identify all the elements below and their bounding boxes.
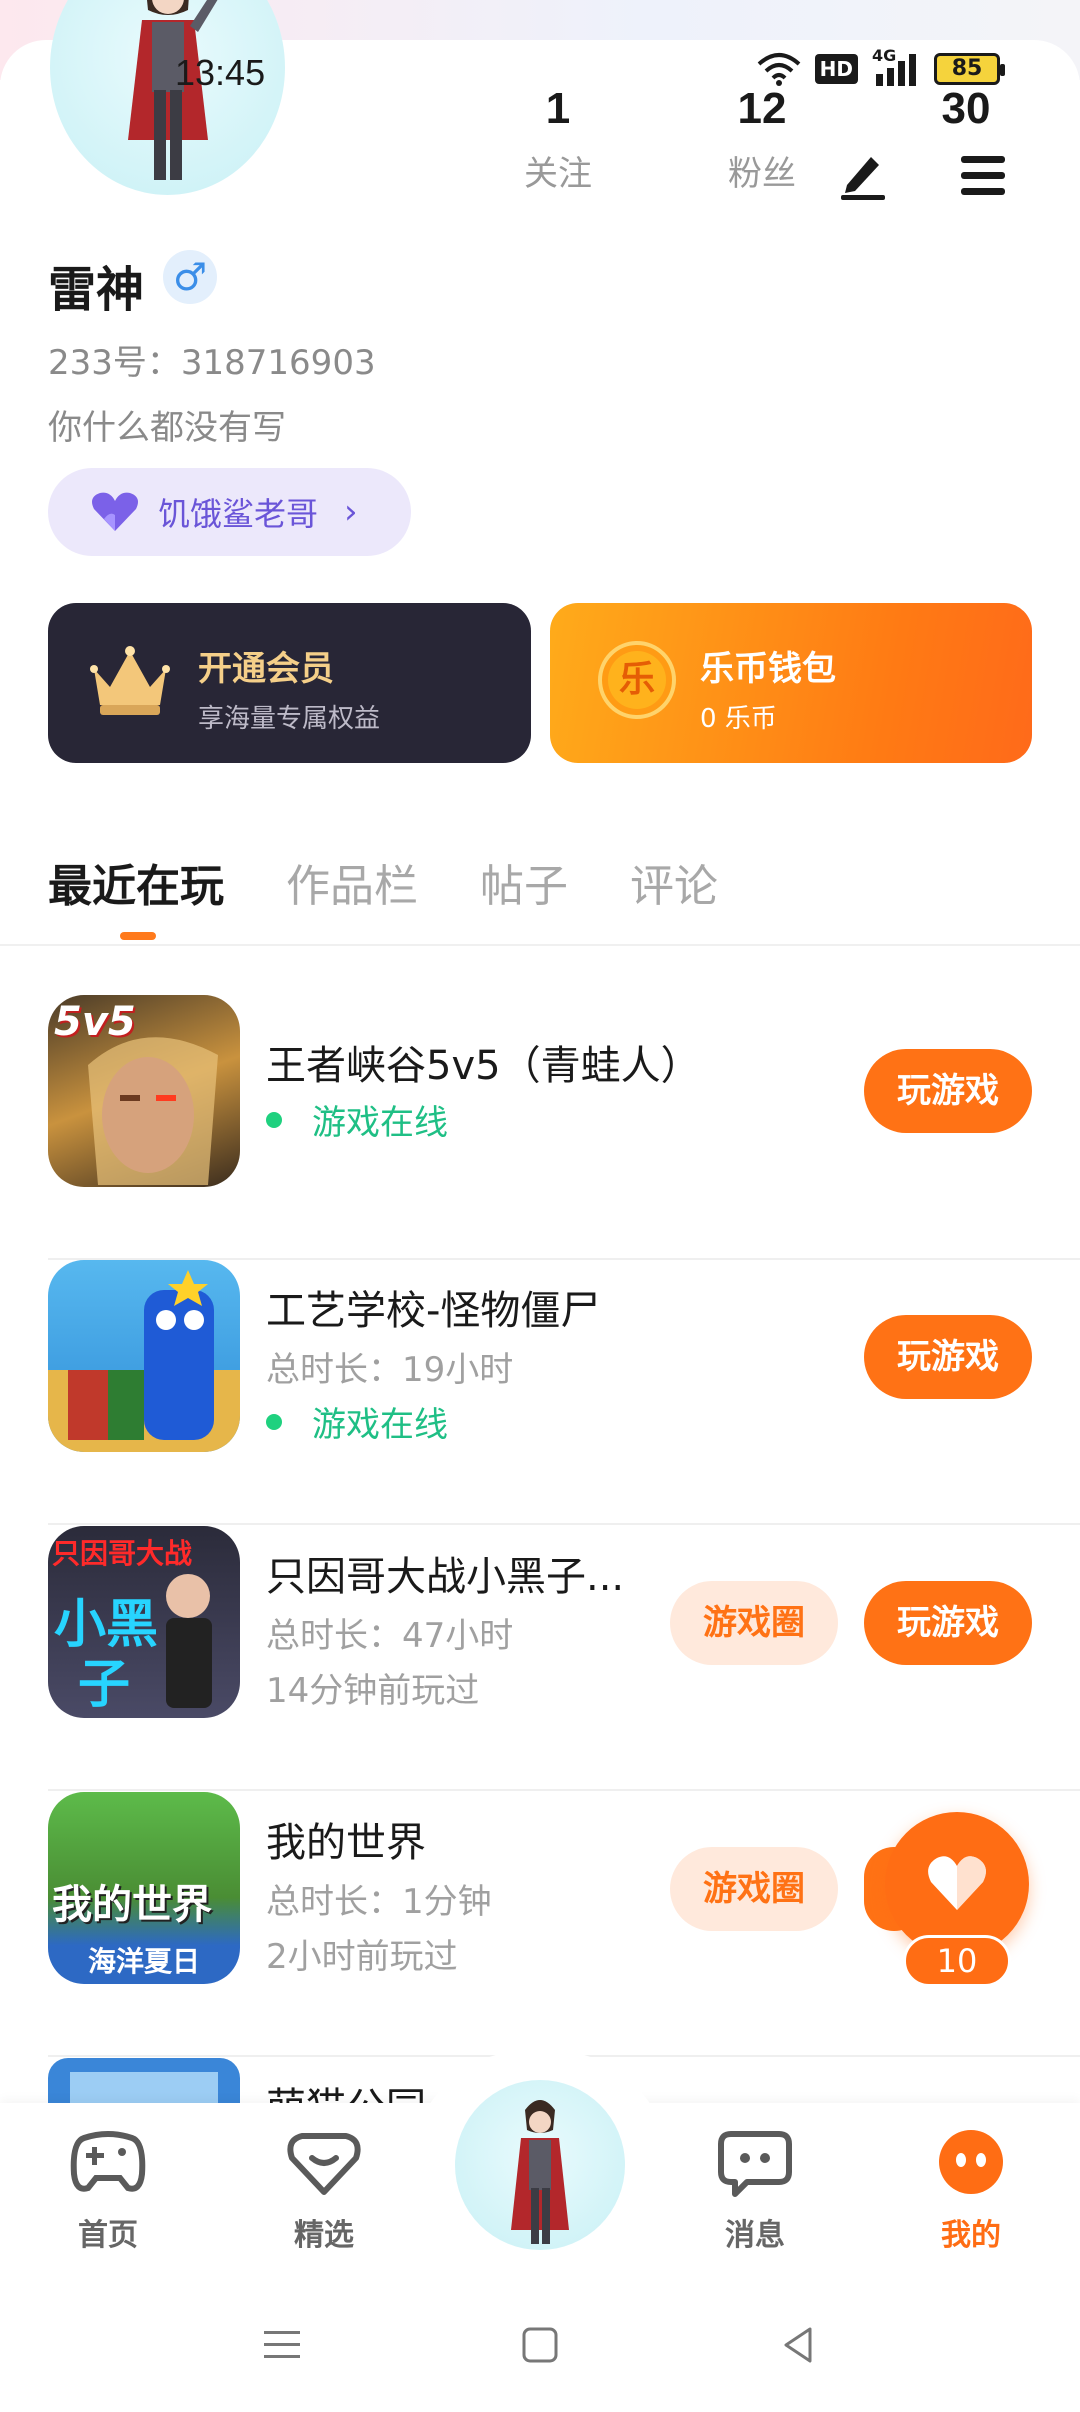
menu-icon[interactable]	[955, 148, 1011, 204]
recent-apps-icon[interactable]	[262, 2325, 302, 2365]
stat-fans-label: 粉丝	[728, 154, 796, 194]
game-name: 萌猫公园	[266, 2075, 426, 2103]
game-duration: 总时长：47小时	[266, 1616, 514, 1656]
status-time: 13:45	[175, 52, 266, 93]
stat-following-count: 1	[545, 84, 571, 133]
online-label: 游戏在线	[312, 1103, 448, 1143]
game-duration: 总时长：19小时	[266, 1350, 514, 1390]
heart-diamond-icon	[287, 2133, 361, 2195]
chat-icon	[718, 2131, 792, 2197]
profile-tabs: 最近在玩 作品栏 帖子 评论	[48, 850, 718, 914]
crown-icon	[90, 646, 170, 715]
game-icon-minecraft: 我的世界 海洋夏日	[48, 1792, 240, 1984]
online-label: 游戏在线	[312, 1405, 448, 1445]
game-online-status: 游戏在线	[266, 1397, 448, 1446]
user-id: 233号：318716903	[48, 343, 376, 383]
stat-following-label: 关注	[524, 154, 592, 194]
game-last-played: 2小时前玩过	[266, 1937, 458, 1977]
vip-subtitle: 享海量专属权益	[198, 704, 381, 734]
game-circle-button[interactable]: 游戏圈	[670, 1581, 838, 1665]
edit-icon[interactable]	[835, 145, 891, 201]
game-icon-craft-school	[48, 1260, 240, 1452]
play-game-button[interactable]: 玩游戏	[864, 1049, 1032, 1133]
nav-home-label: 首页	[78, 2218, 138, 2253]
blue-monster-icon	[48, 1270, 240, 1452]
like-count: 10	[903, 1935, 1011, 1987]
tab-works[interactable]: 作品栏	[286, 850, 418, 914]
wallet-card[interactable]: 乐 乐币钱包 0 乐币	[550, 603, 1032, 763]
nav-create-avatar[interactable]	[455, 2080, 625, 2250]
game-online-status: 游戏在线	[266, 1095, 448, 1144]
stat-likes-count: 30	[941, 84, 991, 133]
game-name: 王者峡谷5v5（青蛙人）	[266, 1043, 701, 1089]
battery-icon: 85	[934, 53, 1005, 85]
game-name: 我的世界	[266, 1820, 426, 1866]
chevron-right-icon: ›	[344, 492, 358, 532]
game-circle-button[interactable]: 游戏圈	[670, 1847, 838, 1931]
game-name: 工艺学校-怪物僵尸	[266, 1288, 601, 1334]
tab-comments[interactable]: 评论	[630, 850, 718, 914]
vip-card[interactable]: 开通会员 享海量专属权益	[48, 603, 531, 763]
online-dot-icon	[266, 1111, 282, 1128]
home-button-icon[interactable]	[520, 2325, 560, 2365]
tab-posts[interactable]: 帖子	[480, 850, 568, 914]
hero-face-icon	[88, 1037, 218, 1185]
coin-icon: 乐	[598, 641, 676, 719]
game-icon-honor: 5v5	[48, 995, 240, 1187]
hd-badge: HD	[814, 54, 858, 84]
game-row[interactable]: 工艺学校-怪物僵尸 总时长：19小时 游戏在线 玩游戏	[48, 1260, 1080, 1525]
game-icon-title-text: 我的世界	[52, 1882, 212, 1928]
game-name: 只因哥大战小黑子...	[266, 1554, 625, 1600]
title-badge-label: 饥饿鲨老哥	[158, 495, 319, 533]
stat-fans[interactable]: 12 粉丝	[682, 84, 842, 195]
tab-indicator	[120, 932, 156, 940]
network-label: 4G	[872, 46, 897, 65]
tab-divider	[0, 944, 1080, 946]
character-figure-icon	[166, 1574, 212, 1708]
game-duration: 总时长：1分钟	[266, 1882, 492, 1922]
back-icon[interactable]	[778, 2325, 818, 2365]
vip-title: 开通会员	[198, 649, 334, 689]
gender-male-icon: ♂	[163, 250, 217, 304]
title-badge-button[interactable]: 饥饿鲨老哥 ›	[48, 468, 411, 556]
stat-likes[interactable]: 30	[886, 84, 1046, 146]
nav-featured[interactable]: 精选	[264, 2128, 384, 2254]
heart-icon	[92, 492, 138, 531]
game-row[interactable]: 只因哥大战 小黑 子 只因哥大战小黑子... 总时长：47小时 14分钟前玩过 …	[48, 1526, 1080, 1791]
signal-icon: 4G	[872, 46, 920, 88]
game-row[interactable]: 5v5 王者峡谷5v5（青蛙人） 游戏在线 玩游戏	[48, 995, 1080, 1260]
play-game-button[interactable]: 玩游戏	[864, 1581, 1032, 1665]
nav-me[interactable]: 我的	[911, 2128, 1031, 2254]
nav-featured-label: 精选	[294, 2218, 354, 2253]
nav-me-label: 我的	[941, 2218, 1001, 2253]
stat-fans-count: 12	[737, 84, 787, 133]
nav-messages[interactable]: 消息	[695, 2128, 815, 2254]
tab-recent-played[interactable]: 最近在玩	[48, 850, 224, 914]
nav-home[interactable]: 首页	[48, 2128, 168, 2254]
wallet-balance: 0 乐币	[700, 704, 777, 734]
heart-icon	[928, 1856, 986, 1910]
game-icon-cat-park	[48, 2058, 240, 2108]
hero-figure-icon	[511, 2100, 569, 2244]
user-bio: 你什么都没有写	[48, 408, 286, 448]
wallet-title: 乐币钱包	[700, 649, 836, 689]
username: 雷神	[48, 262, 145, 318]
stat-following[interactable]: 1 关注	[478, 84, 638, 195]
play-game-button[interactable]: 玩游戏	[864, 1315, 1032, 1399]
gamepad-icon	[70, 2131, 146, 2192]
online-dot-icon	[266, 1413, 282, 1430]
wifi-icon	[757, 53, 800, 86]
game-last-played: 14分钟前玩过	[266, 1671, 480, 1711]
hero-figure-icon	[128, 0, 218, 180]
game-icon-subtitle-text: 海洋夏日	[87, 1945, 200, 1978]
game-icon-zhiyinge: 只因哥大战 小黑 子	[48, 1526, 240, 1718]
face-icon	[939, 2130, 1003, 2194]
nav-messages-label: 消息	[725, 2218, 785, 2253]
profile-avatar[interactable]	[50, 0, 285, 195]
status-icons: HD 4G 85	[757, 46, 1005, 88]
